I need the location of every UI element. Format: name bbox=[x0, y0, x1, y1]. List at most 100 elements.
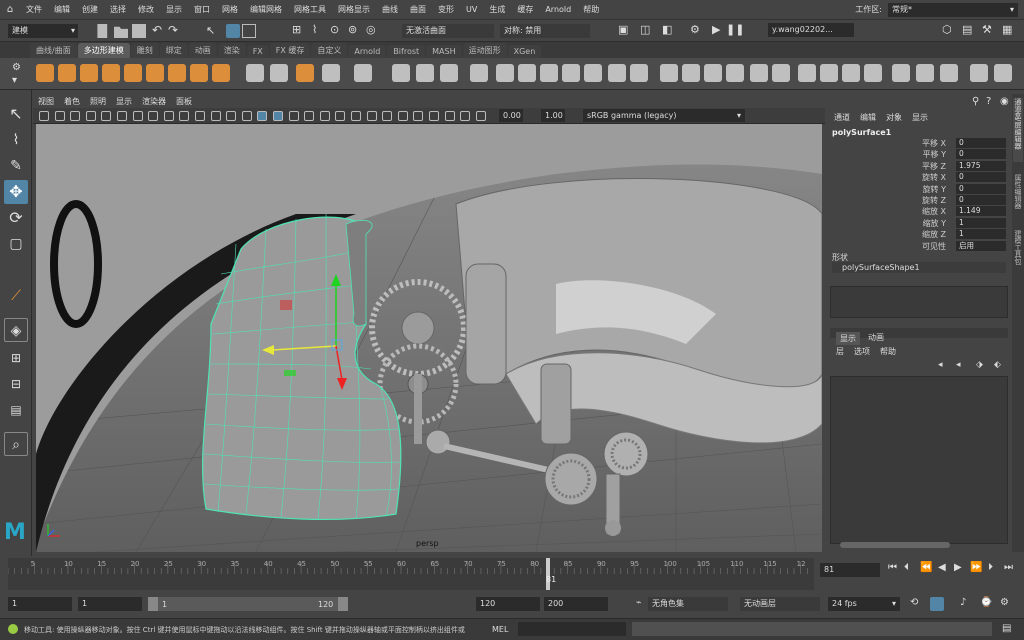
side-tab-channel-box[interactable]: 通道盒/层编辑器 bbox=[1013, 98, 1023, 162]
layer-tab-animation[interactable]: 动画 bbox=[868, 332, 884, 343]
layer-menu-options[interactable]: 选项 bbox=[854, 346, 870, 357]
play-forward-icon[interactable]: ▶ bbox=[954, 562, 962, 573]
panel-menu-view[interactable]: 视图 bbox=[33, 96, 59, 107]
shelf-tab-motion-graphics[interactable]: 运动图形 bbox=[462, 43, 507, 58]
render-view-icon[interactable]: ◫ bbox=[640, 23, 650, 36]
channel-row[interactable]: 旋转 X 0 bbox=[830, 172, 1008, 183]
menu-edit-mesh[interactable]: 编辑网格 bbox=[244, 4, 288, 15]
torus-icon[interactable] bbox=[124, 64, 142, 82]
menu-deform[interactable]: 变形 bbox=[432, 4, 460, 15]
planar-map-icon[interactable] bbox=[842, 64, 860, 82]
layer-list[interactable] bbox=[830, 376, 1008, 544]
snap-point-icon[interactable]: ⊙ bbox=[330, 23, 339, 36]
platonic-icon[interactable] bbox=[190, 64, 208, 82]
extract-icon[interactable] bbox=[440, 64, 458, 82]
shelf-tab-custom[interactable]: 自定义 bbox=[311, 43, 348, 58]
exposure-field[interactable]: 0.00 bbox=[499, 109, 523, 122]
channel-row[interactable]: 平移 X 0 bbox=[830, 138, 1008, 149]
2d-pan-zoom-icon[interactable] bbox=[101, 111, 112, 121]
channelbox-menu-channels[interactable]: 通道 bbox=[834, 112, 850, 123]
scale-tool-icon[interactable]: ▢ bbox=[4, 232, 28, 256]
shelf-tab-animation[interactable]: 动画 bbox=[188, 43, 217, 58]
grid-icon[interactable] bbox=[132, 111, 143, 121]
channel-row[interactable]: 可见性 启用 bbox=[830, 240, 1008, 252]
new-layer-selected-icon[interactable]: ⬖ bbox=[994, 360, 1001, 370]
maximize-icon[interactable]: ◉ bbox=[1000, 96, 1009, 107]
select-by-object-icon[interactable] bbox=[242, 24, 256, 38]
lasso-tool-icon[interactable]: ⌇ bbox=[4, 128, 28, 152]
channel-row[interactable]: 旋转 Z 0 bbox=[830, 195, 1008, 206]
xray-joints-icon[interactable] bbox=[429, 111, 439, 121]
connect-icon[interactable] bbox=[726, 64, 744, 82]
menu-cache[interactable]: 缓存 bbox=[511, 4, 539, 15]
transfer-icon[interactable] bbox=[994, 64, 1012, 82]
menu-mesh-display[interactable]: 网格显示 bbox=[332, 4, 376, 15]
layer-menu-help[interactable]: 帮助 bbox=[880, 346, 896, 357]
menu-curves[interactable]: 曲线 bbox=[376, 4, 404, 15]
isolate-select-icon[interactable] bbox=[382, 111, 393, 121]
anti-alias-icon[interactable] bbox=[366, 111, 377, 121]
menu-mesh-tools[interactable]: 网格工具 bbox=[288, 4, 332, 15]
side-tab-attribute-editor[interactable]: 属性编辑器 bbox=[1013, 174, 1023, 218]
channel-box-icon[interactable]: ▦ bbox=[1002, 23, 1012, 36]
manipulator-xy-plane-handle[interactable] bbox=[280, 300, 292, 310]
channel-value-field[interactable]: 0 bbox=[956, 195, 1006, 205]
merge-icon[interactable] bbox=[630, 64, 648, 82]
smooth-shade-icon[interactable] bbox=[257, 111, 268, 121]
fill-icon[interactable] bbox=[608, 64, 626, 82]
step-back-key-icon[interactable]: ⏪ bbox=[920, 562, 932, 573]
menu-arnold[interactable]: Arnold bbox=[539, 5, 577, 14]
go-to-start-icon[interactable]: ⏮ bbox=[888, 562, 897, 573]
four-view-layout-icon[interactable]: ⊞ bbox=[4, 346, 28, 370]
outliner-layout-icon[interactable]: ⊟ bbox=[4, 372, 28, 396]
separate-icon[interactable] bbox=[392, 64, 410, 82]
mirror-icon[interactable] bbox=[496, 64, 514, 82]
layer-move-up-icon[interactable]: ◂ bbox=[938, 360, 943, 370]
boolean-icon[interactable] bbox=[470, 64, 488, 82]
channelbox-menu-edit[interactable]: 编辑 bbox=[860, 112, 876, 123]
shadows-icon[interactable] bbox=[319, 111, 330, 121]
single-perspective-layout-icon[interactable]: ◈ bbox=[4, 318, 28, 342]
shelf-tab-sculpt[interactable]: 雕刻 bbox=[130, 43, 159, 58]
shelf-tab-fx-cache[interactable]: FX 缓存 bbox=[269, 43, 311, 58]
step-forward-frame-icon[interactable]: ⏵ bbox=[988, 562, 993, 573]
loop-icon[interactable]: ⟲ bbox=[910, 597, 918, 608]
extrude-icon[interactable] bbox=[540, 64, 558, 82]
snap-view-icon[interactable]: ⊚ bbox=[348, 23, 357, 36]
snap-grid-icon[interactable]: ⊞ bbox=[292, 23, 301, 36]
textured-icon[interactable] bbox=[288, 111, 299, 121]
time-slider[interactable]: 5 10 15 20 25 30 35 40 45 50 55 60 65 70 75 80 85 90 95 100… bbox=[0, 556, 1024, 592]
disc-icon[interactable] bbox=[168, 64, 186, 82]
preferences-icon[interactable]: ⚙ bbox=[1000, 597, 1009, 608]
unfold-icon[interactable] bbox=[940, 64, 958, 82]
grease-pencil-icon[interactable] bbox=[117, 111, 127, 121]
safe-title-icon[interactable] bbox=[226, 111, 237, 121]
shelf-tab-rendering[interactable]: 渲染 bbox=[217, 43, 246, 58]
play-backward-icon[interactable]: ◀ bbox=[938, 562, 946, 573]
menu-surfaces[interactable]: 曲面 bbox=[404, 4, 432, 15]
panel-menu-lighting[interactable]: 照明 bbox=[85, 96, 111, 107]
fps-dropdown[interactable]: 24 fps ▾ bbox=[828, 597, 900, 611]
multi-cut-icon[interactable] bbox=[660, 64, 678, 82]
cone-icon[interactable] bbox=[102, 64, 120, 82]
side-tab-modeling-toolkit[interactable]: 建模工具包 bbox=[1013, 230, 1023, 274]
current-frame-field[interactable]: 81 bbox=[820, 563, 880, 577]
graph-layout-icon[interactable]: ▤ bbox=[4, 398, 28, 422]
shelf-tab-mash[interactable]: MASH bbox=[426, 45, 462, 58]
exposure-icon[interactable] bbox=[475, 111, 486, 121]
snap-surface-icon[interactable]: ◎ bbox=[366, 23, 376, 36]
menu-uv[interactable]: UV bbox=[460, 5, 483, 14]
viewport-scene[interactable]: persp bbox=[36, 124, 822, 552]
channel-row[interactable]: 缩放 X 1.149 bbox=[830, 206, 1008, 217]
new-layer-icon[interactable]: ⬗ bbox=[976, 360, 983, 370]
menu-mesh[interactable]: 网格 bbox=[216, 4, 244, 15]
new-scene-icon[interactable] bbox=[97, 24, 108, 38]
channel-value-field[interactable]: 1 bbox=[956, 217, 1006, 228]
camera-attributes-icon[interactable] bbox=[54, 111, 65, 121]
undo-icon[interactable]: ↶ bbox=[152, 23, 162, 37]
menu-generate[interactable]: 生成 bbox=[483, 4, 511, 15]
menuset-dropdown[interactable]: 建模 ▾ bbox=[8, 24, 78, 38]
script-language-label[interactable]: MEL bbox=[492, 625, 508, 634]
panel-menu-renderer[interactable]: 渲染器 bbox=[137, 96, 171, 107]
render-frame-icon[interactable]: ▣ bbox=[618, 23, 628, 36]
